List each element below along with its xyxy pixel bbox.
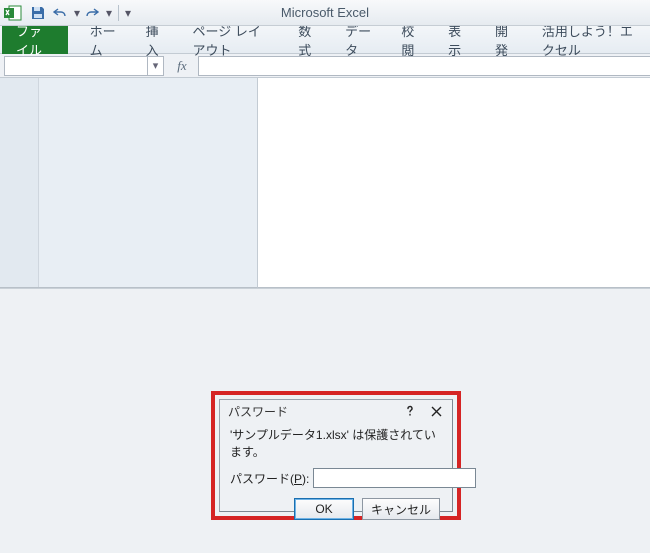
close-icon[interactable]	[424, 402, 448, 420]
qat-separator	[118, 5, 119, 21]
undo-icon[interactable]	[50, 3, 70, 23]
name-box-dropdown-icon[interactable]: ▾	[147, 56, 163, 76]
qat-customize-dropdown-icon[interactable]: ▾	[123, 3, 133, 23]
dialog-body: 'サンプルデータ1.xlsx' は保護されています。 パスワード(P): OK …	[220, 422, 452, 520]
sheet-grid-right[interactable]	[258, 78, 650, 288]
dialog-title: パスワード	[228, 403, 396, 420]
excel-logo-icon	[4, 5, 22, 21]
sheet-area	[0, 78, 650, 288]
tab-custom[interactable]: 活用しよう！エクセル	[528, 26, 650, 53]
insert-function-icon[interactable]: fx	[166, 56, 198, 76]
undo-dropdown-icon[interactable]: ▾	[72, 3, 82, 23]
save-icon[interactable]	[28, 3, 48, 23]
redo-dropdown-icon[interactable]: ▾	[104, 3, 114, 23]
redo-icon[interactable]	[82, 3, 102, 23]
dialog-button-row: OK キャンセル	[230, 498, 442, 520]
ribbon-tabs: ファイル ホーム 挿入 ページ レイアウト 数式 データ 校閲 表示 開発 活用…	[0, 26, 650, 54]
dialog-titlebar[interactable]: パスワード	[220, 400, 452, 422]
tab-home[interactable]: ホーム	[76, 26, 132, 53]
password-dialog: パスワード 'サンプルデータ1.xlsx' は保護されています。 パスワード(P…	[219, 399, 453, 512]
tab-insert[interactable]: 挿入	[132, 26, 179, 53]
tab-view[interactable]: 表示	[434, 26, 481, 53]
formula-bar-row: ▾ fx	[0, 54, 650, 78]
sheet-grid-left[interactable]	[0, 78, 258, 288]
ok-button[interactable]: OK	[294, 498, 354, 520]
formula-bar[interactable]	[198, 56, 650, 76]
tab-review[interactable]: 校閲	[387, 26, 434, 53]
password-label: パスワード(P):	[230, 470, 309, 487]
tab-developer[interactable]: 開発	[481, 26, 528, 53]
help-icon[interactable]	[398, 402, 422, 420]
tab-data[interactable]: データ	[331, 26, 387, 53]
tab-formulas[interactable]: 数式	[284, 26, 331, 53]
password-input[interactable]	[313, 468, 476, 488]
quick-access-toolbar: ▾ ▾ ▾ Microsoft Excel	[0, 0, 650, 26]
password-field-row: パスワード(P):	[230, 468, 442, 488]
file-tab[interactable]: ファイル	[2, 26, 68, 54]
tab-page-layout[interactable]: ページ レイアウト	[178, 26, 284, 53]
dialog-message: 'サンプルデータ1.xlsx' は保護されています。	[230, 426, 442, 460]
cancel-button[interactable]: キャンセル	[362, 498, 440, 520]
name-box[interactable]: ▾	[4, 56, 164, 76]
